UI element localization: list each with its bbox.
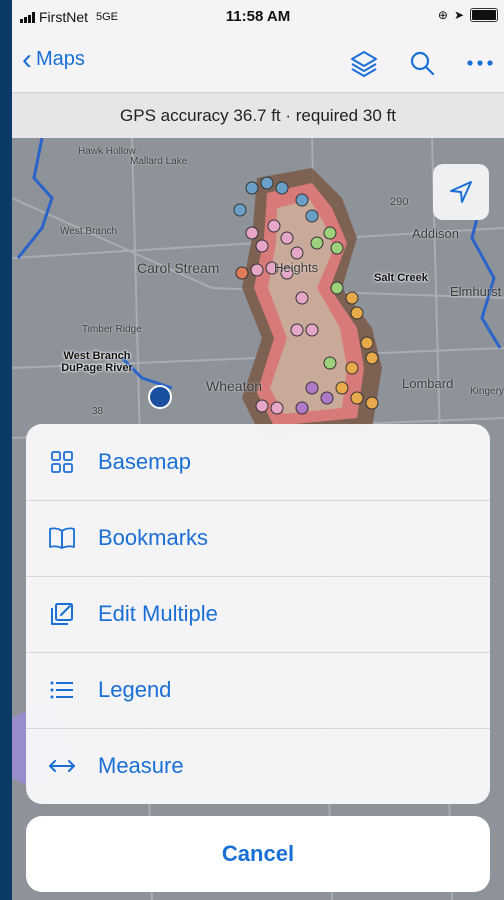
map-label-lombard: Lombard — [402, 376, 454, 391]
map-label-hawk-hollow: Hawk Hollow — [78, 146, 136, 157]
search-icon — [410, 51, 435, 76]
status-right: ⊕ ➤ — [438, 8, 498, 22]
app-frame: FirstNet 5GE 11:58 AM ⊕ ➤ ‹ Maps GPS acc… — [12, 0, 504, 900]
map-label-mallard-lake: Mallard Lake — [130, 156, 188, 167]
grid-icon — [51, 451, 73, 473]
menu-item-bookmarks[interactable]: Bookmarks — [26, 500, 490, 577]
book-icon — [49, 527, 75, 549]
status-bar: FirstNet 5GE 11:58 AM ⊕ ➤ — [12, 0, 504, 34]
chevron-left-icon: ‹ — [22, 42, 32, 76]
map-pin-icon — [148, 385, 172, 409]
map-label-west-branch-dupage: West Branch DuPage River — [61, 350, 133, 374]
menu-item-label: Bookmarks — [98, 525, 209, 550]
location-arrow-icon: ➤ — [453, 8, 464, 22]
map-label-heights: Heights — [274, 260, 319, 275]
measure-arrows-icon — [49, 760, 75, 772]
search-button[interactable] — [404, 46, 440, 80]
menu-item-measure[interactable]: Measure — [26, 728, 490, 804]
rotation-lock-icon: ⊕ — [437, 8, 448, 22]
map-label-west-branch: West Branch — [60, 226, 118, 237]
layers-button[interactable] — [346, 46, 382, 80]
map-label-kingery: Kingery — [470, 386, 504, 397]
gps-accuracy-banner: GPS accuracy 36.7 ft · required 30 ft — [12, 92, 504, 140]
menu-item-label: Measure — [98, 753, 184, 778]
menu-item-basemap[interactable]: Basemap — [26, 424, 490, 501]
map-label-addison: Addison — [412, 226, 459, 241]
map-label-wheaton: Wheaton — [206, 378, 263, 394]
nav-actions — [346, 46, 498, 80]
menu-item-edit-multiple[interactable]: Edit Multiple — [26, 576, 490, 653]
map-label-290: 290 — [390, 196, 409, 208]
menu-item-label: Edit Multiple — [98, 601, 218, 626]
list-icon — [50, 681, 73, 699]
map-label-elmhurst: Elmhurst — [450, 284, 502, 299]
more-button[interactable] — [462, 46, 498, 80]
menu-item-label: Legend — [98, 677, 172, 702]
cancel-button[interactable]: Cancel — [26, 816, 490, 892]
more-icon — [467, 60, 493, 66]
clock: 11:58 AM — [225, 8, 291, 25]
navigation-bar: ‹ Maps — [12, 34, 504, 92]
map-label-38: 38 — [92, 406, 104, 417]
edit-multiple-icon — [51, 603, 73, 625]
menu-item-label: Basemap — [98, 449, 191, 474]
map-label-salt-creek: Salt Creek — [374, 272, 428, 284]
menu-item-legend[interactable]: Legend — [26, 652, 490, 729]
map-label-timber-ridge: Timber Ridge — [82, 324, 142, 335]
navigation-arrow-icon — [450, 181, 472, 203]
action-sheet: Basemap Bookmarks Edit Multiple Legend M… — [26, 424, 490, 804]
back-label: Maps — [36, 48, 85, 70]
battery-icon — [470, 8, 498, 22]
locate-button[interactable] — [433, 164, 489, 220]
map-label-carol-stream: Carol Stream — [137, 260, 220, 276]
back-button[interactable]: ‹ Maps — [22, 42, 85, 76]
layers-icon — [351, 51, 377, 77]
